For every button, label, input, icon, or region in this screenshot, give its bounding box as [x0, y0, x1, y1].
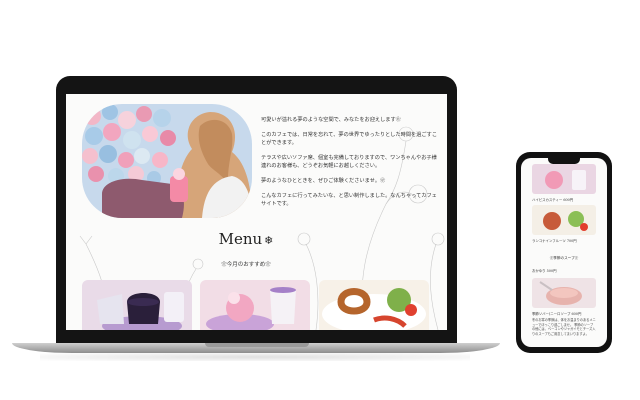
- phone-menu-caption: おかゆり 500円: [532, 269, 557, 273]
- phone-menu-photo[interactable]: [532, 205, 596, 235]
- phone-screen: ハイビスカスティー 600円 ランコナインフルーツ 700円 ❀季節のスープ❀ …: [521, 158, 607, 347]
- phone-menu-description: 冬のお寒の季節は、体をお温まりのあるメニューでほっこり過ごしませ。 季節のソープ…: [532, 318, 596, 336]
- phone-menu-caption: ランコナインフルーツ 700円: [532, 239, 577, 243]
- snowflake-icon: ❄: [264, 234, 274, 247]
- hero-paragraph: このカフェでは、日常を忘れて、夢の世界でゆったりとした時間を過ごすことができます…: [261, 131, 438, 147]
- phone-menu-caption: 季節ソバー(ニーロソープ 600円: [532, 312, 582, 316]
- menu-subtitle: ❀今月のおすすめ❀: [221, 262, 271, 268]
- laptop-shadow: [40, 353, 470, 361]
- menu-title: Menu: [218, 230, 263, 248]
- phone-menu-photo[interactable]: [532, 164, 596, 194]
- phone-menu-caption: ハイビスカスティー 600円: [532, 198, 574, 202]
- hero-description: 可愛いが溢れる夢のような空間で、みなたをお迎えします❀ このカフェでは、日常を忘…: [261, 116, 441, 215]
- hero-paragraph: 可愛いが溢れる夢のような空間で、みなたをお迎えします❀: [261, 117, 401, 123]
- hero-paragraph: テラスや広いソファ席、個室も完備しておりますので、ワンちゃんやお子様連れのお客様…: [261, 154, 437, 170]
- menu-item-photo[interactable]: [319, 280, 429, 330]
- phone-menu-photo[interactable]: [532, 278, 596, 308]
- laptop-screen: 可愛いが溢れる夢のような空間で、みなたをお迎えします❀ このカフェでは、日常を忘…: [66, 94, 447, 330]
- laptop-hinge-notch: [205, 343, 309, 347]
- menu-item-photo[interactable]: [82, 280, 192, 330]
- hero-paragraph: 夢のようなひとときを、ぜひご体験くださいませ。❀: [261, 177, 386, 184]
- hero-paragraph: こんなカフェに行ってみたいな、と思い制作しました。なんちゃってカフェサイトです。: [261, 192, 437, 208]
- phone-section-title: ❀季節のスープ❀: [549, 256, 579, 260]
- menu-item-photo[interactable]: [200, 280, 310, 330]
- menu-heading: Menu ❄: [66, 230, 426, 248]
- phone-notch: [548, 158, 580, 164]
- hero-photo: [82, 104, 252, 218]
